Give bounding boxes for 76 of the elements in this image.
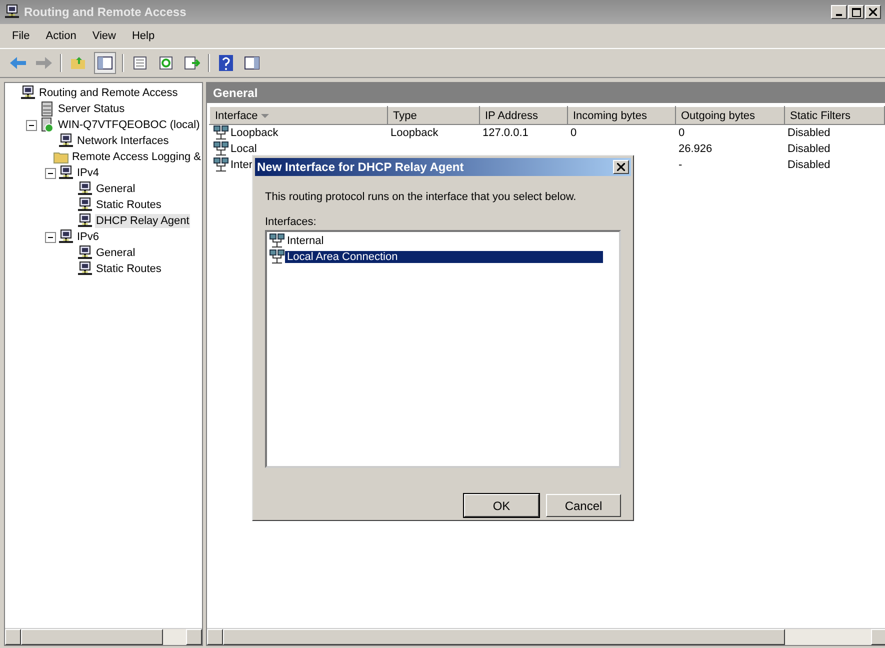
tree-item[interactable]: IPv6: [76, 230, 100, 244]
dialog-title: New Interface for DHCP Relay Agent: [257, 160, 465, 174]
list-item[interactable]: Local Area Connection: [285, 251, 603, 263]
table-cell: Local: [230, 143, 257, 155]
maximize-button[interactable]: [848, 5, 864, 19]
table-cell: Disabled: [788, 143, 830, 155]
network-icon: [212, 157, 228, 173]
table-cell: 127.0.0.1: [482, 127, 528, 139]
collapse-toggle[interactable]: [45, 168, 56, 178]
help-icon[interactable]: [216, 53, 236, 73]
computer-icon: [77, 261, 93, 277]
table-cell: Disabled: [788, 127, 830, 139]
tree-item[interactable]: Static Routes: [95, 262, 162, 276]
list-label: Interfaces:: [265, 216, 318, 228]
table-cell: Loopback: [390, 127, 438, 139]
tree-item[interactable]: Routing and Remote Access: [38, 86, 179, 100]
server-icon: [39, 117, 55, 133]
computer-icon: [77, 245, 93, 261]
app-icon: [4, 4, 20, 20]
tree-item[interactable]: General: [95, 246, 136, 260]
ok-button[interactable]: OK: [464, 494, 539, 517]
collapse-toggle[interactable]: [45, 232, 56, 242]
tree-item[interactable]: General: [95, 182, 136, 196]
close-icon: [869, 8, 877, 16]
network-icon: [269, 249, 285, 265]
column-header[interactable]: Interface: [210, 106, 388, 124]
interfaces-list[interactable]: Internal Local Area Connection: [265, 230, 621, 468]
panel-title: General: [207, 83, 885, 103]
dialog-message: This routing protocol runs on the interface that you select below.: [265, 191, 578, 203]
column-header[interactable]: Incoming bytes: [568, 106, 676, 124]
sort-icon: [260, 112, 269, 118]
console-tree-icon[interactable]: [94, 52, 116, 74]
network-icon: [212, 141, 228, 157]
table-cell: 0: [678, 127, 685, 139]
tree-item[interactable]: Remote Access Logging &: [70, 150, 202, 164]
column-header[interactable]: Static Filters: [784, 106, 884, 124]
close-icon: [617, 163, 625, 171]
close-button[interactable]: [865, 5, 881, 19]
window-title: Routing and Remote Access: [24, 5, 188, 19]
maximize-icon: [852, 8, 860, 16]
network-icon: [269, 233, 285, 249]
table-cell: -: [678, 159, 682, 171]
cancel-button[interactable]: Cancel: [546, 494, 621, 517]
table-cell: 26.926: [678, 143, 712, 155]
table-cell: 0: [570, 127, 577, 139]
network-icon: [212, 125, 228, 141]
table-cell: Inter: [230, 159, 253, 171]
computer-icon: [58, 229, 74, 245]
computer-icon: [58, 165, 74, 181]
column-header[interactable]: Outgoing bytes: [676, 106, 784, 124]
close-button[interactable]: [613, 160, 629, 174]
table-cell: Loopback: [230, 127, 278, 139]
tree-item[interactable]: WIN-Q7VTFQEOBOC (local): [57, 118, 201, 132]
menu-item[interactable]: Help: [126, 28, 163, 44]
collapse-toggle[interactable]: [26, 120, 37, 130]
minimize-button[interactable]: [831, 5, 847, 19]
server-icon: [39, 101, 55, 117]
column-header[interactable]: IP Address: [480, 106, 568, 124]
list-item[interactable]: Internal: [285, 235, 603, 247]
table-cell: Disabled: [788, 159, 830, 171]
tree-item[interactable]: DHCP Relay Agent: [95, 214, 190, 228]
column-header[interactable]: Type: [388, 106, 480, 124]
computer-icon: [77, 197, 93, 213]
menu-item[interactable]: File: [6, 28, 38, 44]
computer-icon: [77, 181, 93, 197]
computer-icon: [20, 85, 36, 101]
menu-item[interactable]: Action: [40, 28, 84, 44]
tree-item[interactable]: Network Interfaces: [76, 134, 170, 148]
computer-icon: [58, 133, 74, 149]
horizontal-scrollbar[interactable]: [207, 628, 885, 645]
menu-item[interactable]: View: [86, 28, 124, 44]
tree-item[interactable]: Server Status: [57, 102, 126, 116]
tree-item[interactable]: IPv4: [76, 166, 100, 180]
computer-icon: [77, 213, 93, 229]
tree-item[interactable]: Static Routes: [95, 198, 162, 212]
horizontal-scrollbar[interactable]: [5, 628, 202, 645]
